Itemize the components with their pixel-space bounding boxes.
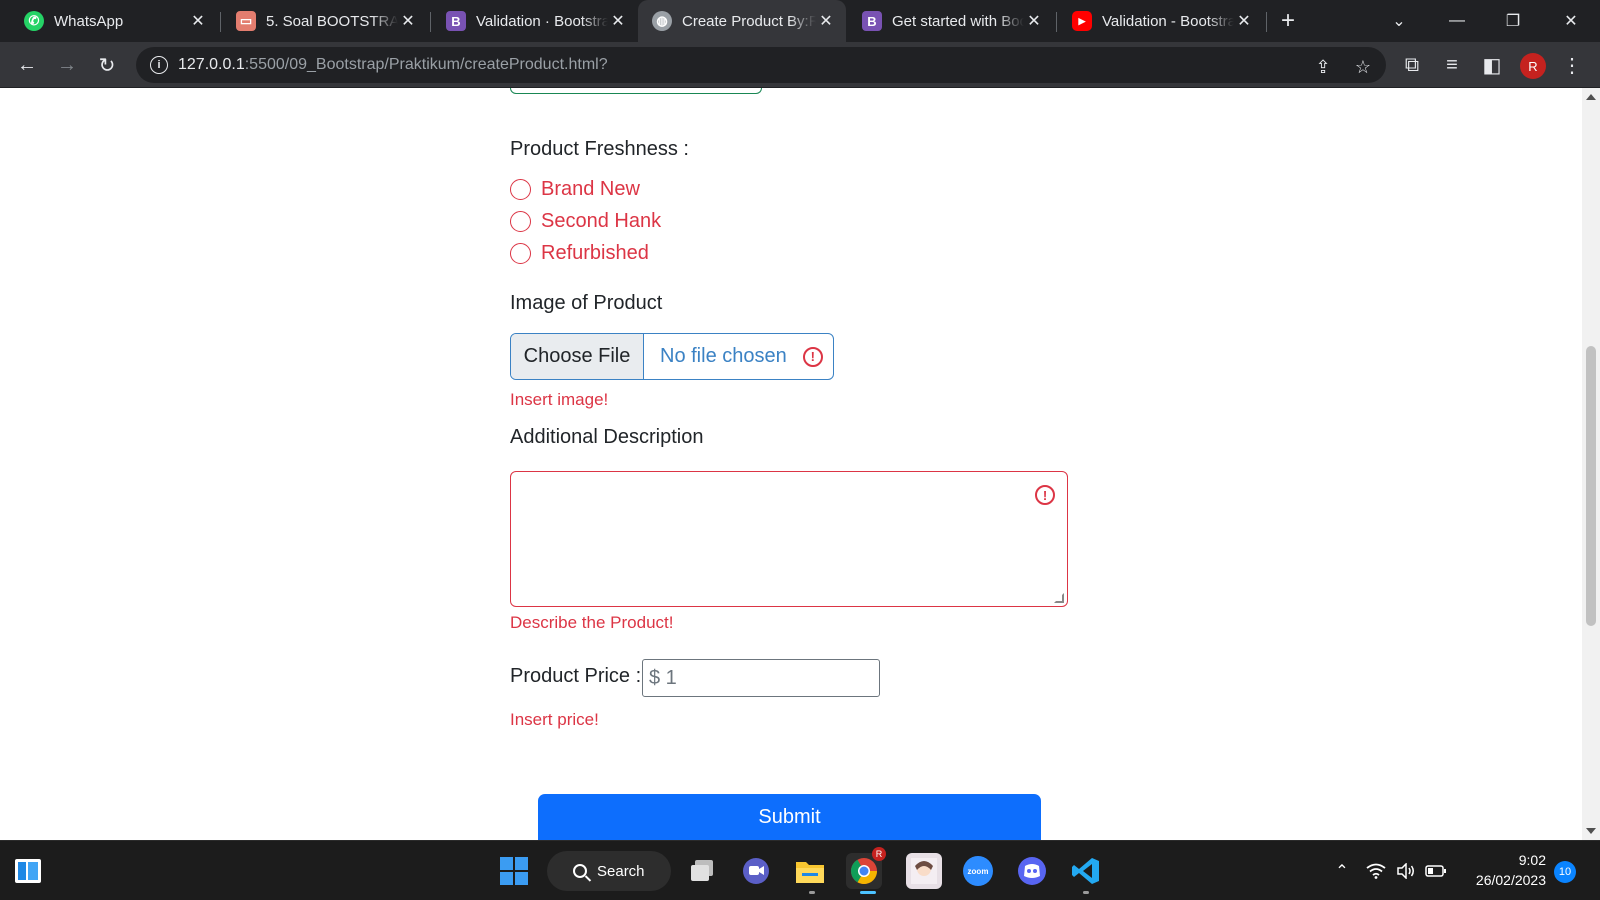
address-bar[interactable]: i 127.0.0.1:5500/09_Bootstrap/Praktikum/… <box>136 47 1386 83</box>
image-label: Image of Product <box>510 292 663 314</box>
active-indicator <box>860 891 876 894</box>
tab-separator <box>1266 12 1267 32</box>
notification-badge[interactable]: 10 <box>1554 861 1576 883</box>
system-clock[interactable]: 9:02 26/02/2023 <box>1462 850 1546 890</box>
tab-soal-bootstrap[interactable]: ▭ 5. Soal BOOTSTRAP ✕ <box>222 0 428 42</box>
close-icon[interactable]: ✕ <box>608 11 628 31</box>
close-icon[interactable]: ✕ <box>1234 11 1254 31</box>
radio-button[interactable] <box>510 243 531 264</box>
freshness-label: Product Freshness : <box>510 138 689 160</box>
restore-icon[interactable]: ❐ <box>1488 0 1538 42</box>
page-viewport: Product Freshness : Brand New Second Han… <box>0 88 1582 840</box>
tab-strip: ✆ WhatsApp ✕ ▭ 5. Soal BOOTSTRAP ✕ B Val… <box>0 0 1600 42</box>
close-icon[interactable]: ✕ <box>816 11 836 31</box>
site-info-icon[interactable]: i <box>150 56 168 74</box>
tab-get-started-bootstrap[interactable]: B Get started with Bootstrap ✕ <box>848 0 1054 42</box>
windows-taskbar: Search R zoom ⌃ 9:02 26/02/2023 10 <box>0 840 1600 900</box>
start-windows-icon[interactable] <box>496 853 532 889</box>
bookmark-star-icon[interactable]: ☆ <box>1352 56 1374 78</box>
previous-valid-input[interactable] <box>510 88 762 94</box>
discord-icon[interactable] <box>1014 853 1050 889</box>
tab-search-chevron-icon[interactable]: ⌄ <box>1374 0 1424 42</box>
image-feedback: Insert image! <box>510 390 609 409</box>
teams-chat-icon[interactable] <box>738 853 774 889</box>
page-scrollbar[interactable] <box>1582 88 1600 840</box>
scrollbar-thumb[interactable] <box>1586 346 1596 626</box>
chrome-profile-badge: R <box>872 847 886 861</box>
file-explorer-icon[interactable] <box>792 853 828 889</box>
radio-brand-new[interactable]: Brand New <box>510 178 640 201</box>
profile-avatar[interactable]: R <box>1520 53 1546 79</box>
reload-icon[interactable]: ↻ <box>93 51 121 79</box>
bootstrap-icon: B <box>446 11 466 31</box>
radio-button[interactable] <box>510 179 531 200</box>
error-icon: ! <box>802 346 823 367</box>
image-file-input[interactable]: Choose File No file chosen ! <box>510 333 834 380</box>
slides-icon: ▭ <box>236 11 256 31</box>
url-host: 127.0.0.1 <box>178 56 245 73</box>
share-icon[interactable]: ⇪ <box>1312 56 1334 78</box>
browser-toolbar: ← → ↻ i 127.0.0.1:5500/09_Bootstrap/Prak… <box>0 42 1600 88</box>
description-feedback: Describe the Product! <box>510 613 674 632</box>
tray-chevron-up-icon[interactable]: ⌃ <box>1330 857 1354 885</box>
tab-separator <box>220 12 221 32</box>
radio-refurbished[interactable]: Refurbished <box>510 242 649 265</box>
whatsapp-icon: ✆ <box>24 11 44 31</box>
extensions-puzzle-icon[interactable]: ⧉ <box>1398 51 1426 79</box>
zoom-icon[interactable]: zoom <box>960 853 996 889</box>
back-arrow-icon[interactable]: ← <box>13 51 41 79</box>
menu-kebab-icon[interactable]: ⋮ <box>1558 51 1586 79</box>
wifi-icon[interactable] <box>1364 857 1388 885</box>
running-indicator <box>1083 891 1089 894</box>
scroll-up-icon[interactable] <box>1586 94 1596 100</box>
description-textarea[interactable]: ! <box>510 471 1068 607</box>
new-tab-icon[interactable]: + <box>1276 9 1300 33</box>
tab-validation-bootstrap[interactable]: B Validation · Bootstrap ✕ <box>432 0 638 42</box>
tab-separator <box>1056 12 1057 32</box>
battery-icon[interactable] <box>1424 857 1448 885</box>
globe-icon: ◍ <box>652 11 672 31</box>
tab-validation-youtube[interactable]: ▶ Validation - Bootstrap ✕ <box>1058 0 1264 42</box>
error-icon: ! <box>1035 485 1055 505</box>
submit-button[interactable]: Submit <box>538 794 1041 840</box>
price-feedback: Insert price! <box>510 710 599 729</box>
minimize-icon[interactable]: — <box>1432 0 1482 42</box>
running-indicator <box>809 891 815 894</box>
tab-create-product[interactable]: ◍ Create Product By:R ✕ <box>638 0 846 42</box>
bootstrap-icon: B <box>862 11 882 31</box>
search-icon <box>573 864 587 878</box>
youtube-icon: ▶ <box>1072 11 1092 31</box>
file-status: No file chosen ! <box>644 334 833 379</box>
side-panel-icon[interactable]: ◧ <box>1478 51 1506 79</box>
radio-button[interactable] <box>510 211 531 232</box>
vscode-icon[interactable] <box>1068 853 1104 889</box>
price-input[interactable]: $ 1 <box>642 659 880 697</box>
close-icon[interactable]: ✕ <box>188 11 208 31</box>
tab-separator <box>430 12 431 32</box>
url-path: :5500/09_Bootstrap/Praktikum/createProdu… <box>244 56 608 73</box>
close-icon[interactable]: ✕ <box>398 11 418 31</box>
window-close-icon[interactable]: ✕ <box>1546 0 1596 42</box>
anime-app-icon[interactable] <box>906 853 942 889</box>
scroll-down-icon[interactable] <box>1586 828 1596 834</box>
choose-file-button[interactable]: Choose File <box>511 334 644 379</box>
task-view-icon[interactable] <box>684 853 720 889</box>
taskbar-search[interactable]: Search <box>547 851 671 891</box>
close-icon[interactable]: ✕ <box>1024 11 1044 31</box>
media-queue-icon[interactable]: ≡ <box>1438 51 1466 79</box>
forward-arrow-icon[interactable]: → <box>53 51 81 79</box>
widgets-icon[interactable] <box>10 853 46 889</box>
price-label: Product Price : <box>510 665 642 687</box>
radio-second-hank[interactable]: Second Hank <box>510 210 661 233</box>
volume-icon[interactable] <box>1394 857 1418 885</box>
description-label: Additional Description <box>510 426 704 448</box>
tab-whatsapp[interactable]: ✆ WhatsApp ✕ <box>10 0 218 42</box>
resize-grip-icon[interactable] <box>1054 593 1064 603</box>
